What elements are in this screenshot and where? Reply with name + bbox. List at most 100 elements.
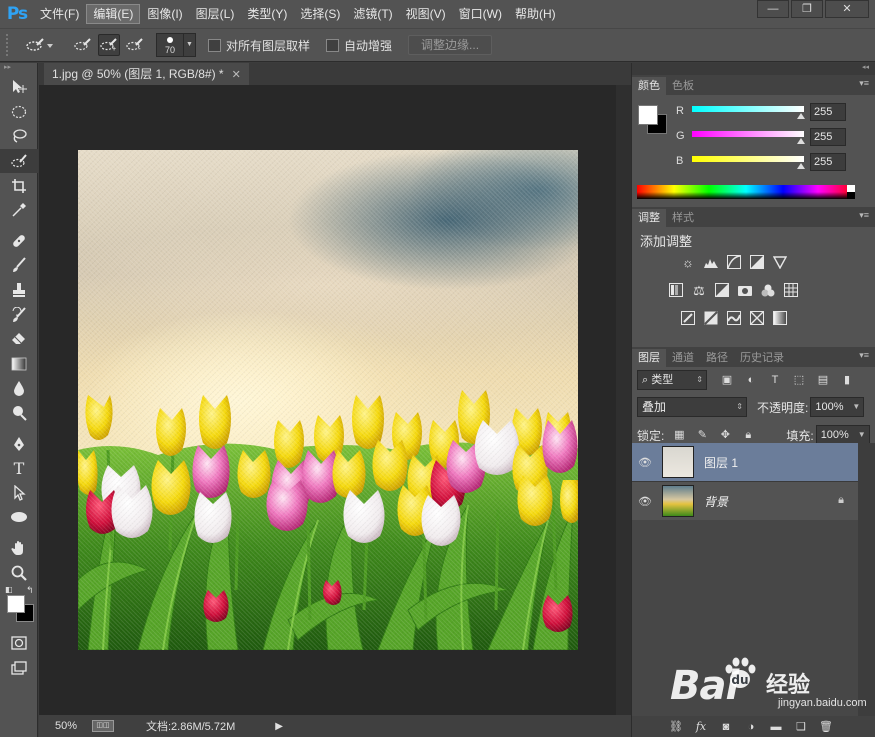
tab-color[interactable]: 颜色 (632, 77, 666, 95)
layer-row-layer-1[interactable]: 👁︎ 图层 1 (632, 443, 858, 482)
screen-mode-icon[interactable] (0, 655, 38, 680)
close-document-icon[interactable]: ✕ (232, 69, 241, 81)
tab-paths[interactable]: 路径 (700, 349, 734, 367)
threshold-icon[interactable] (726, 311, 742, 327)
toolbar-collapse-icon[interactable]: ▸▸ (0, 63, 37, 75)
lock-image-pixels-icon[interactable]: ✎ (694, 427, 710, 443)
tab-channels[interactable]: 通道 (666, 349, 700, 367)
status-preview-icon[interactable]: ◫◫ (92, 720, 114, 732)
marquee-tool-icon[interactable] (0, 100, 38, 125)
adjust-panel-menu-icon[interactable]: ▾≡ (859, 210, 869, 221)
pen-tool-icon[interactable] (0, 431, 38, 456)
gradient-tool-icon[interactable] (0, 352, 38, 377)
move-tool-icon[interactable] (0, 75, 38, 100)
blue-slider-thumb[interactable] (797, 163, 805, 169)
menu-select[interactable]: 选择(S) (294, 4, 346, 24)
posterize-icon[interactable] (703, 311, 719, 327)
new-adjustment-layer-icon[interactable]: ◑ (743, 720, 759, 734)
minimize-button[interactable]: — (757, 0, 789, 18)
fill-input[interactable]: 100% ▼ (815, 425, 870, 445)
exposure-icon[interactable] (749, 255, 765, 271)
channel-mixer-icon[interactable] (760, 283, 776, 299)
green-value-input[interactable]: 255 (810, 128, 846, 146)
blue-slider[interactable] (692, 156, 804, 162)
selective-color-icon[interactable] (749, 311, 765, 327)
tab-styles[interactable]: 样式 (666, 209, 700, 227)
visibility-eye-icon[interactable]: 👁︎ (632, 456, 658, 469)
restore-button[interactable]: ❐ (791, 0, 823, 18)
eyedropper-tool-icon[interactable] (0, 198, 38, 223)
lock-all-icon[interactable]: 🔒︎ (740, 427, 756, 443)
menu-help[interactable]: 帮助(H) (509, 4, 562, 24)
layer-style-icon[interactable]: fx (693, 720, 709, 734)
hue-saturation-icon[interactable] (668, 283, 684, 299)
canvas-image[interactable] (78, 150, 578, 650)
foreground-color-swatch[interactable] (7, 594, 25, 613)
layer-name[interactable]: 图层 1 (704, 454, 738, 471)
options-grip[interactable] (6, 34, 12, 56)
menu-image[interactable]: 图像(I) (141, 4, 188, 24)
menu-window[interactable]: 窗口(W) (453, 4, 508, 24)
tab-swatches[interactable]: 色板 (666, 77, 700, 95)
red-slider[interactable] (692, 106, 804, 112)
green-slider[interactable] (692, 131, 804, 137)
invert-icon[interactable] (680, 311, 696, 327)
dock-collapse-icon[interactable]: ◂◂ (632, 63, 875, 75)
menu-file[interactable]: 文件(F) (34, 4, 85, 24)
curves-icon[interactable] (726, 255, 742, 271)
zoom-level[interactable]: 50% (39, 720, 87, 732)
new-layer-icon[interactable]: ❑ (793, 720, 809, 734)
black-white-swatch[interactable] (847, 185, 855, 199)
brush-size-picker[interactable]: 70 (156, 33, 184, 57)
sample-all-layers-checkbox[interactable] (208, 38, 221, 52)
adjustment-filter-icon[interactable]: ◐ (743, 373, 759, 387)
subtract-from-selection-icon[interactable]: - (124, 34, 146, 56)
quick-selection-tool-icon[interactable] (0, 148, 38, 174)
color-spectrum-bar[interactable] (637, 185, 855, 199)
menu-type[interactable]: 类型(Y) (241, 4, 293, 24)
filter-toggle-icon[interactable]: ▮ (839, 373, 855, 387)
menu-view[interactable]: 视图(V) (400, 4, 452, 24)
color-lookup-icon[interactable] (783, 283, 799, 299)
red-value-input[interactable]: 255 (810, 103, 846, 121)
add-to-selection-icon[interactable]: + (98, 34, 120, 56)
new-group-icon[interactable]: ▬ (768, 720, 784, 734)
eraser-tool-icon[interactable] (0, 327, 38, 352)
crop-tool-icon[interactable] (0, 173, 38, 198)
type-tool-icon[interactable]: T (0, 456, 38, 481)
menu-edit[interactable]: 编辑(E) (86, 4, 141, 24)
link-layers-icon[interactable]: ⛓︎ (668, 720, 684, 734)
refine-edge-button[interactable]: 调整边缘... (408, 35, 493, 55)
layer-row-background[interactable]: 👁︎ 背景 🔒︎ (632, 482, 858, 521)
hand-tool-icon[interactable] (0, 536, 38, 561)
delete-layer-icon[interactable]: 🗑︎ (818, 720, 834, 734)
tab-layers[interactable]: 图层 (632, 349, 666, 367)
blur-tool-icon[interactable] (0, 376, 38, 401)
menu-layer[interactable]: 图层(L) (190, 4, 241, 24)
brush-tool-icon[interactable] (0, 253, 38, 278)
history-brush-tool-icon[interactable] (0, 302, 38, 327)
color-balance-icon[interactable]: ⚖ (691, 283, 707, 299)
layers-panel-menu-icon[interactable]: ▾≡ (859, 350, 869, 361)
auto-enhance-checkbox[interactable] (326, 38, 340, 52)
clone-stamp-tool-icon[interactable] (0, 278, 38, 303)
green-slider-thumb[interactable] (797, 138, 805, 144)
opacity-input[interactable]: 100% ▼ (810, 397, 865, 417)
lasso-tool-icon[interactable] (0, 124, 38, 149)
smart-object-filter-icon[interactable]: ▤ (815, 373, 831, 387)
blue-value-input[interactable]: 255 (810, 153, 846, 171)
menu-filter[interactable]: 滤镜(T) (347, 4, 398, 24)
healing-brush-tool-icon[interactable] (0, 229, 38, 254)
dodge-tool-icon[interactable] (0, 401, 38, 426)
visibility-eye-icon[interactable]: 👁︎ (632, 495, 658, 508)
vibrance-icon[interactable] (772, 255, 788, 271)
zoom-tool-icon[interactable] (0, 560, 38, 585)
brush-size-dropdown-arrow[interactable]: ▼ (184, 33, 196, 57)
canvas-vertical-scrollbar[interactable] (616, 85, 631, 715)
pixel-filter-icon[interactable]: ▣ (719, 373, 735, 387)
tab-history[interactable]: 历史记录 (734, 349, 790, 367)
default-colors-icon[interactable]: ◧ (5, 585, 13, 594)
color-panel-menu-icon[interactable]: ▾≡ (859, 78, 869, 89)
layer-name[interactable]: 背景 (704, 493, 728, 510)
gradient-map-icon[interactable] (772, 311, 788, 327)
